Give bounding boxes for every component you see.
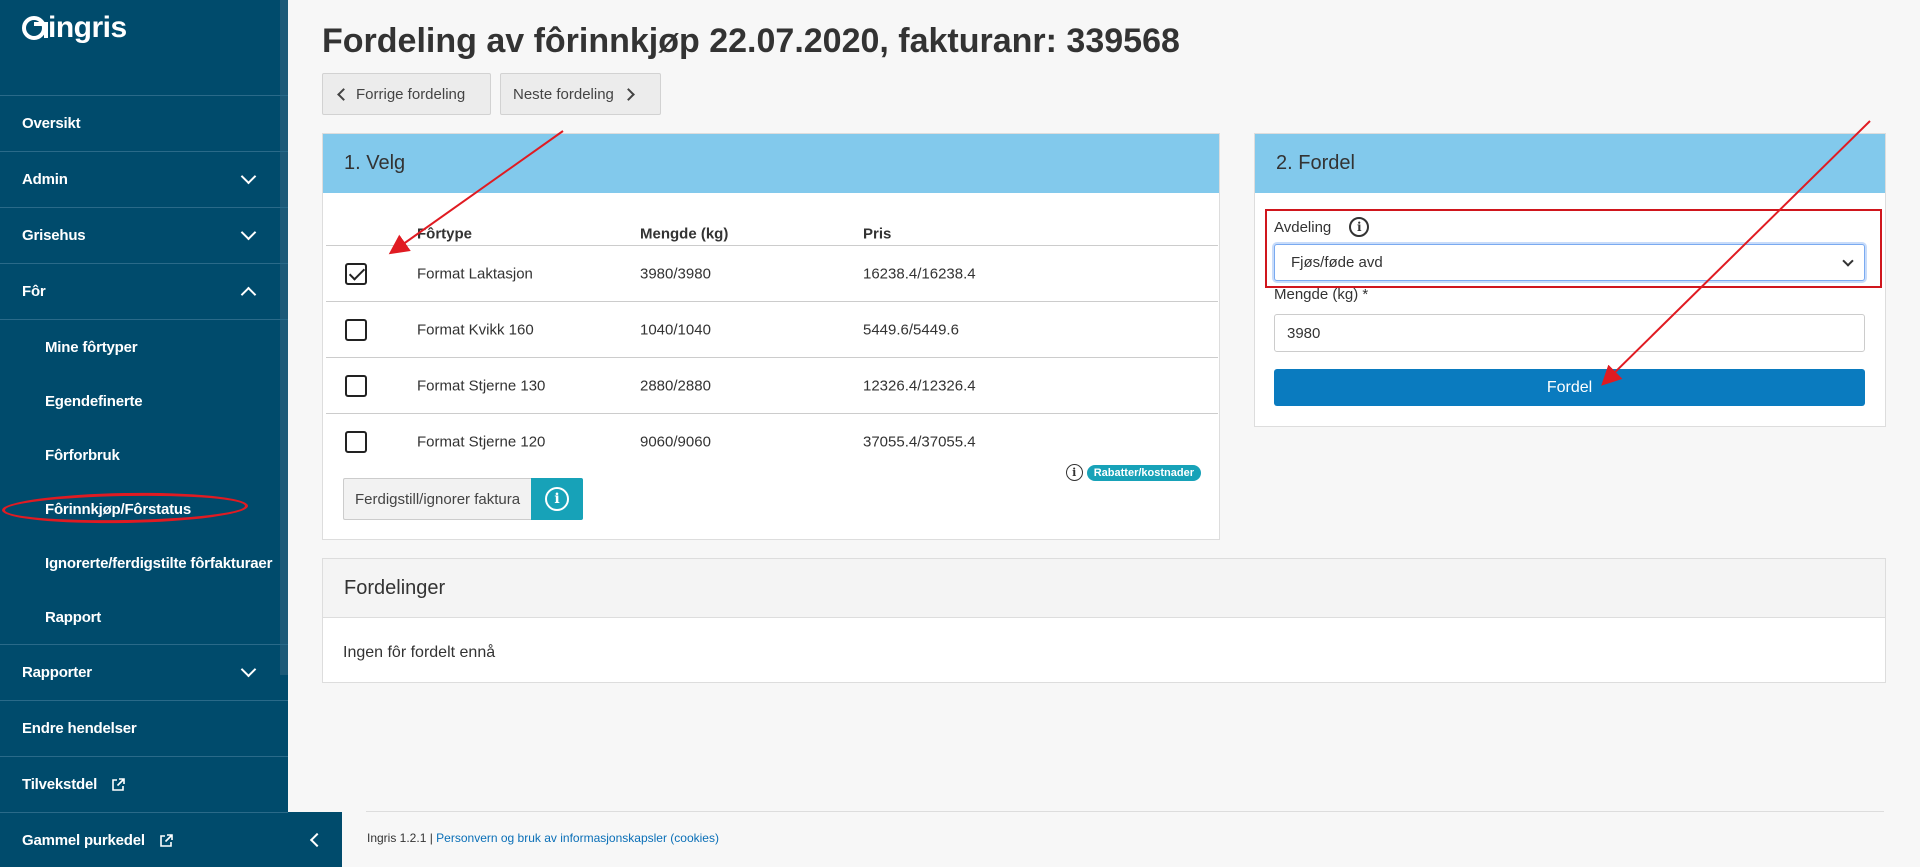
info-icon[interactable]: i bbox=[1065, 464, 1083, 481]
sidebar-collapse-button[interactable] bbox=[288, 812, 342, 867]
fordel-button[interactable]: Fordel bbox=[1274, 369, 1865, 406]
feed-table: Fôrtype Mengde (kg) Pris Format Laktasjo… bbox=[326, 216, 1218, 470]
chevron-left-icon bbox=[309, 832, 325, 847]
sidebar-item-label: Tilvekstdel bbox=[22, 776, 98, 793]
ingris-logo[interactable]: ingris bbox=[22, 8, 127, 48]
page-title: Fordeling av fôrinnkjøp 22.07.2020, fakt… bbox=[322, 22, 1180, 60]
column-header-price: Pris bbox=[863, 225, 892, 243]
sidebar-item-label: Egendefinerte bbox=[45, 392, 143, 410]
button-label: Neste fordeling bbox=[513, 85, 614, 103]
sidebar-item-egendefinerte[interactable]: Egendefinerte bbox=[0, 374, 288, 428]
column-header-type: Fôrtype bbox=[417, 225, 473, 243]
sidebar-item-rapporter[interactable]: Rapporter bbox=[0, 644, 288, 700]
sidebar-item-admin[interactable]: Admin bbox=[0, 151, 288, 207]
sidebar-subnav-for: Mine fôrtyper Egendefinerte Fôrforbruk F… bbox=[0, 319, 288, 644]
chevron-up-icon bbox=[240, 286, 257, 302]
sidebar-item-grisehus[interactable]: Grisehus bbox=[0, 207, 288, 263]
table-header: Fôrtype Mengde (kg) Pris bbox=[326, 216, 1218, 246]
sidebar-item-oversikt[interactable]: Oversikt bbox=[0, 95, 288, 151]
chevron-right-icon bbox=[622, 87, 635, 101]
velg-card-header: 1. Velg bbox=[323, 134, 1219, 193]
sidebar-item-label: Fôr bbox=[22, 283, 46, 300]
ignore-invoice-button[interactable]: Ferdigstill/ignorer faktura bbox=[343, 478, 532, 520]
sidebar-item-label: Oversikt bbox=[22, 115, 81, 132]
row-price: 12326.4/12326.4 bbox=[863, 377, 976, 394]
button-label: Forrige fordeling bbox=[356, 85, 466, 103]
sidebar-item-label: Mine fôrtyper bbox=[45, 338, 138, 356]
sidebar-item-label: Rapporter bbox=[22, 664, 92, 681]
sidebar-item-forforbruk[interactable]: Fôrforbruk bbox=[0, 428, 288, 482]
sidebar-item-ignorerte[interactable]: Ignorerte/ferdigstilte fôrfakturaer bbox=[0, 536, 288, 590]
discounts-badge-group[interactable]: i Rabatter/kostnader bbox=[1065, 464, 1201, 481]
sidebar-item-label: Rapport bbox=[45, 608, 102, 626]
external-link-icon bbox=[111, 777, 125, 792]
table-row: Format Laktasjon 3980/3980 16238.4/16238… bbox=[326, 246, 1218, 302]
table-row: Format Stjerne 130 2880/2880 12326.4/123… bbox=[326, 358, 1218, 414]
row-checkbox[interactable] bbox=[345, 374, 367, 397]
row-qty: 2880/2880 bbox=[640, 377, 711, 394]
sidebar-item-for[interactable]: Fôr bbox=[0, 263, 288, 319]
row-price: 5449.6/5449.6 bbox=[863, 321, 959, 338]
velg-card: 1. Velg Fôrtype Mengde (kg) Pris Format … bbox=[322, 133, 1220, 540]
table-row: Format Kvikk 160 1040/1040 5449.6/5449.6 bbox=[326, 302, 1218, 358]
privacy-link[interactable]: Personvern og bruk av informasjonskapsle… bbox=[436, 831, 719, 845]
label-text: Mengde (kg) * bbox=[1274, 286, 1369, 303]
row-type: Format Stjerne 130 bbox=[417, 377, 546, 394]
chevron-down-icon bbox=[240, 661, 257, 677]
chevron-left-icon bbox=[337, 87, 350, 101]
sidebar-nav: Oversikt Admin Grisehus Fôr Mine fôrtype… bbox=[0, 95, 288, 867]
sidebar-item-label: Grisehus bbox=[22, 227, 86, 244]
row-checkbox[interactable] bbox=[345, 431, 367, 453]
next-distribution-button[interactable]: Neste fordeling bbox=[500, 73, 661, 115]
row-type: Format Stjerne 120 bbox=[417, 433, 546, 451]
sidebar-item-label: Gammel purkedel bbox=[22, 832, 145, 849]
mengde-input[interactable]: 3980 bbox=[1274, 314, 1865, 352]
ignore-info-button[interactable]: i bbox=[531, 478, 584, 520]
annotation-box bbox=[1265, 209, 1882, 288]
row-qty: 1040/1040 bbox=[640, 321, 711, 338]
row-price: 37055.4/37055.4 bbox=[863, 433, 976, 451]
sidebar-item-label: Fôrforbruk bbox=[45, 446, 120, 464]
fordelinger-card-header: Fordelinger bbox=[323, 559, 1885, 618]
info-icon: i bbox=[545, 487, 570, 511]
sidebar-item-mine-fortyper[interactable]: Mine fôrtyper bbox=[0, 320, 288, 374]
ignore-invoice-group: Ferdigstill/ignorer faktura i bbox=[343, 478, 584, 520]
logo-text: ingris bbox=[48, 11, 127, 44]
sidebar-item-endre-hendelser[interactable]: Endre hendelser bbox=[0, 700, 288, 756]
version-text: Ingris 1.2.1 | bbox=[367, 831, 433, 845]
row-qty: 9060/9060 bbox=[640, 433, 711, 451]
row-type: Format Laktasjon bbox=[417, 265, 533, 282]
prev-distribution-button[interactable]: Forrige fordeling bbox=[322, 73, 491, 115]
column-header-qty: Mengde (kg) bbox=[640, 225, 729, 243]
sidebar: ingris Oversikt Admin Grisehus Fôr Mine … bbox=[0, 0, 288, 867]
logo-icon bbox=[22, 16, 46, 40]
fordelinger-card: Fordelinger Ingen fôr fordelt ennå bbox=[322, 558, 1886, 683]
sidebar-item-gammel-purkedel[interactable]: Gammel purkedel bbox=[0, 812, 288, 867]
sidebar-item-label: Admin bbox=[22, 171, 68, 188]
row-price: 16238.4/16238.4 bbox=[863, 265, 976, 282]
fordel-card-header: 2. Fordel bbox=[1255, 134, 1885, 193]
sidebar-item-label: Endre hendelser bbox=[22, 720, 137, 737]
row-qty: 3980/3980 bbox=[640, 265, 711, 282]
external-link-icon bbox=[159, 833, 173, 848]
row-checkbox[interactable] bbox=[345, 262, 367, 285]
sidebar-item-label: Ignorerte/ferdigstilte fôrfakturaer bbox=[45, 554, 273, 572]
row-checkbox[interactable] bbox=[345, 318, 367, 341]
row-type: Format Kvikk 160 bbox=[417, 321, 534, 338]
table-row: Format Stjerne 120 9060/9060 37055.4/370… bbox=[326, 414, 1218, 470]
sidebar-item-tilvekstdel[interactable]: Tilvekstdel bbox=[0, 756, 288, 812]
sidebar-item-rapport[interactable]: Rapport bbox=[0, 590, 288, 644]
chevron-down-icon bbox=[240, 168, 257, 184]
mengde-label: Mengde (kg) * bbox=[1274, 286, 1368, 303]
discounts-badge[interactable]: Rabatter/kostnader bbox=[1086, 464, 1201, 481]
footer-divider bbox=[366, 811, 1884, 812]
chevron-down-icon bbox=[240, 224, 257, 240]
footer: Ingris 1.2.1 | Personvern og bruk av inf… bbox=[367, 831, 719, 845]
empty-message: Ingen fôr fordelt ennå bbox=[343, 644, 496, 661]
